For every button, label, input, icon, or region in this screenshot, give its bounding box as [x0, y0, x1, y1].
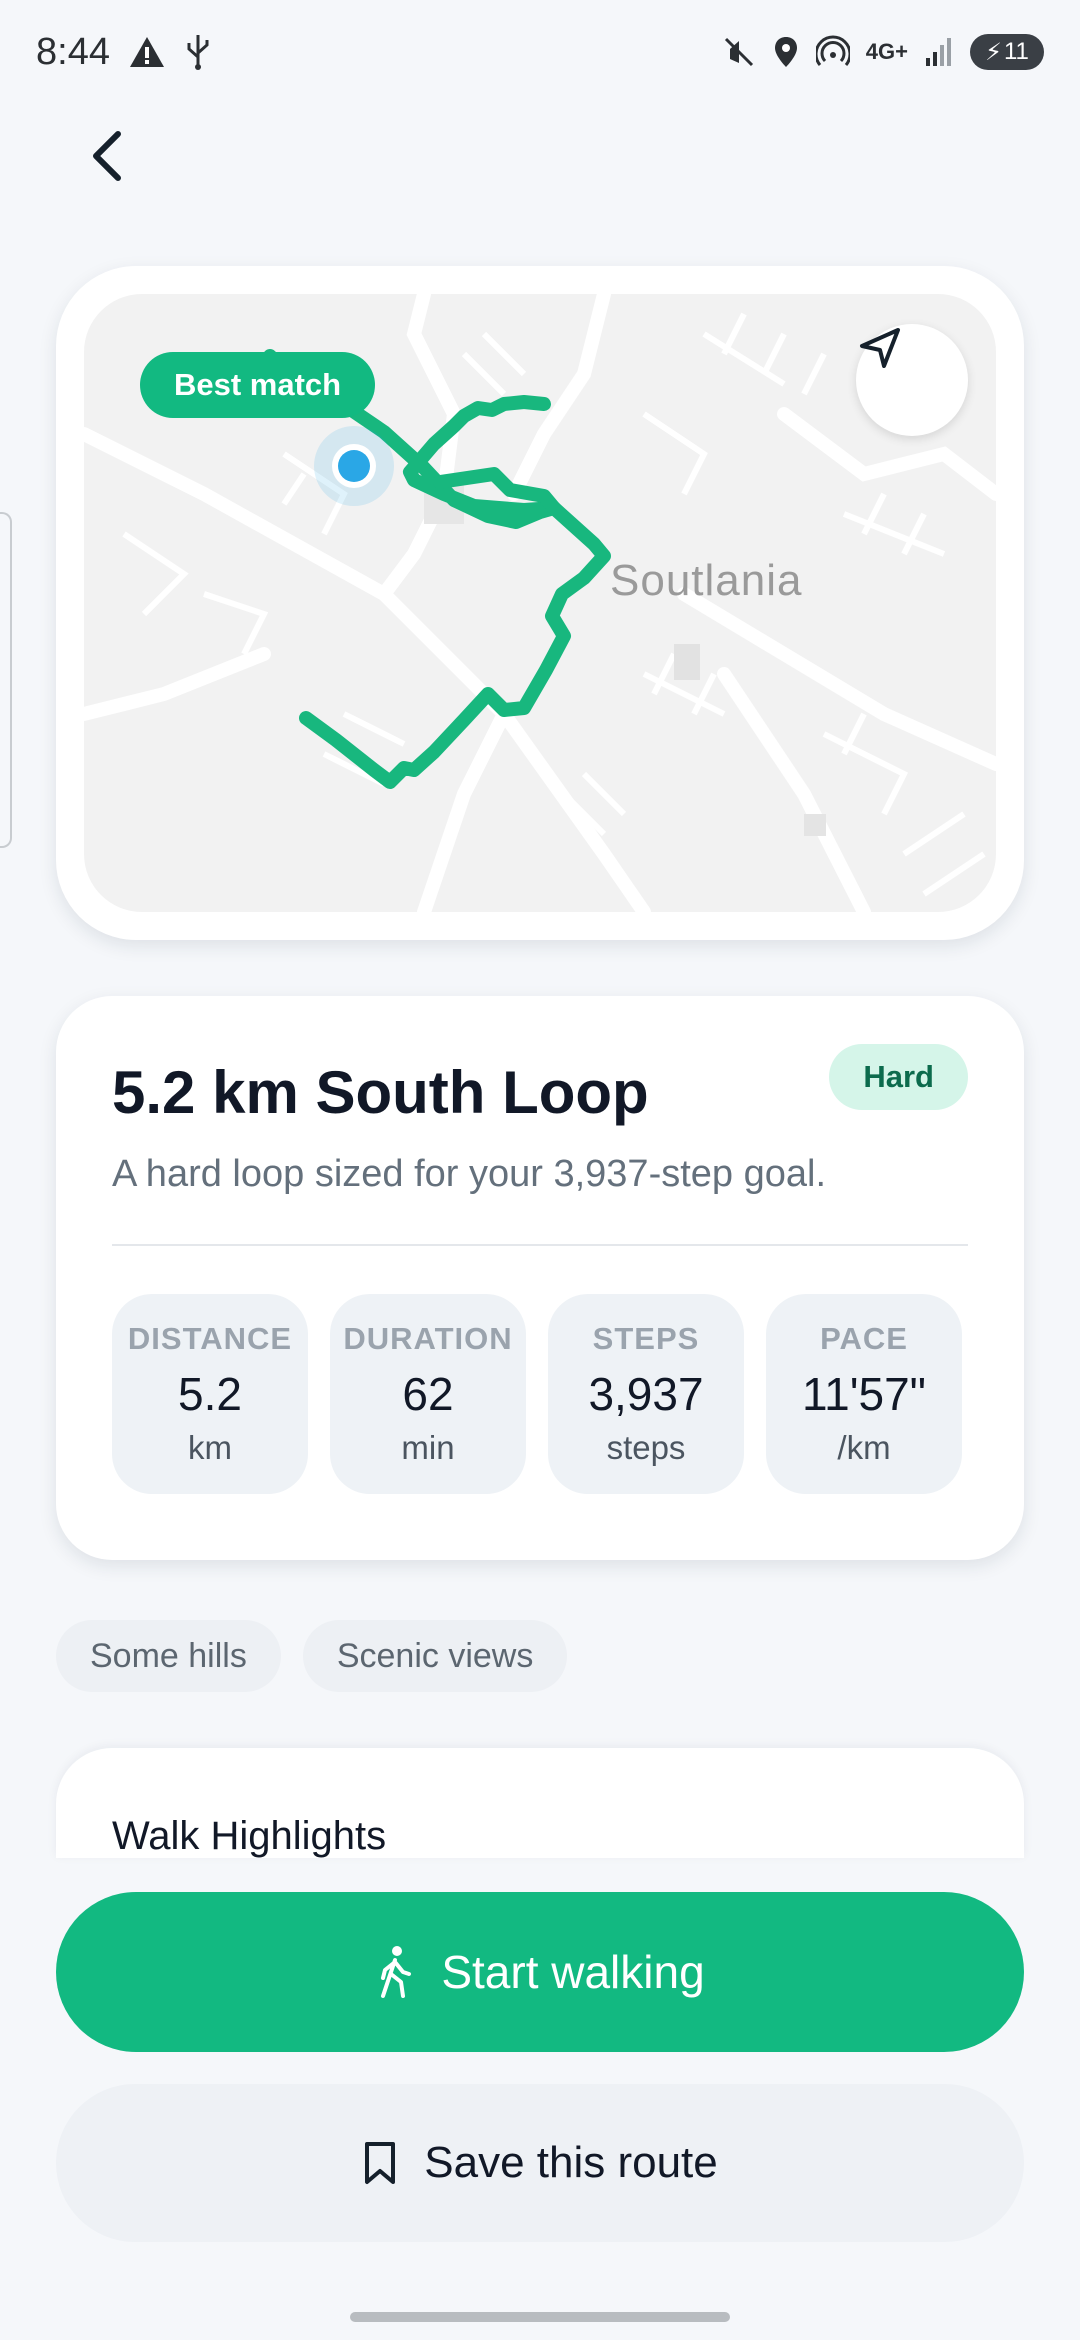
map-block: [674, 644, 700, 680]
battery-level: 11: [1003, 38, 1029, 65]
highlights-title: Walk Highlights: [112, 1814, 387, 1858]
status-bar: 8:44 4G+ ⚡ 11: [0, 0, 1080, 104]
route-map[interactable]: Soutlania Best match: [84, 294, 996, 912]
route-title: 5.2 km South Loop: [112, 1059, 649, 1126]
difficulty-badge: Hard: [829, 1044, 968, 1110]
start-walking-label: Start walking: [441, 1946, 705, 1998]
signal-icon: [926, 38, 951, 66]
tag-chip: Scenic views: [302, 1620, 568, 1692]
mute-icon: [724, 37, 753, 67]
stat-distance: DISTANCE 5.2 km: [112, 1294, 308, 1494]
status-time: 8:44: [36, 30, 110, 73]
status-right: 4G+ ⚡ 11: [722, 34, 1044, 70]
start-walking-button[interactable]: Start walking: [56, 1892, 1024, 2052]
stat-unit: km: [188, 1429, 232, 1466]
stat-unit: min: [401, 1429, 455, 1466]
stat-value: 3,937: [588, 1368, 704, 1420]
bookmark-icon: [365, 2142, 396, 2184]
stat-label: DURATION: [343, 1321, 513, 1356]
route-header: 5.2 km South Loop Hard: [112, 1044, 968, 1127]
edge-panel-handle[interactable]: [0, 512, 12, 848]
navigation-arrow-icon: [860, 328, 900, 368]
battery-indicator: ⚡ 11: [970, 34, 1044, 70]
stat-unit: steps: [606, 1429, 686, 1466]
warning-icon: [129, 37, 164, 67]
stat-steps: STEPS 3,937 steps: [548, 1294, 744, 1494]
route-info-card: 5.2 km South Loop Hard A hard loop sized…: [56, 996, 1024, 1560]
stat-value: 62: [402, 1368, 454, 1420]
stat-pace: PACE 11'57" /km: [766, 1294, 962, 1494]
walk-highlights-card: Walk Highlights: [56, 1748, 1024, 1858]
save-route-button[interactable]: Save this route: [56, 2084, 1024, 2242]
stat-label: STEPS: [592, 1321, 700, 1356]
stat-label: DISTANCE: [127, 1321, 293, 1356]
current-location-dot: [338, 450, 370, 482]
best-match-badge: Best match: [140, 352, 376, 418]
route-tags: Some hills Scenic views: [56, 1620, 568, 1692]
divider: [112, 1244, 968, 1246]
charging-icon: ⚡: [985, 38, 1002, 66]
map-place-label: Soutlania: [610, 556, 803, 605]
chevron-left-icon: [93, 131, 121, 181]
walking-person-icon: [381, 1946, 412, 1998]
map-card: Soutlania Best match: [56, 266, 1024, 940]
route-stats: DISTANCE 5.2 km DURATION 62 min STEPS 3,…: [112, 1294, 968, 1494]
stat-duration: DURATION 62 min: [330, 1294, 526, 1494]
route-description: A hard loop sized for your 3,937-step go…: [112, 1153, 827, 1195]
usb-icon: [187, 35, 209, 70]
stat-value: 5.2: [178, 1368, 242, 1420]
stat-value: 11'57": [801, 1368, 927, 1420]
tag-chip: Some hills: [56, 1620, 281, 1692]
map-block: [804, 814, 826, 836]
network-type: 4G+: [865, 39, 908, 64]
home-indicator[interactable]: [350, 2312, 730, 2322]
save-route-label: Save this route: [424, 2138, 718, 2187]
back-button[interactable]: [72, 120, 144, 192]
status-left: 8:44: [36, 31, 212, 74]
stat-label: PACE: [820, 1321, 908, 1356]
stat-unit: /km: [837, 1429, 891, 1466]
hotspot-icon: [815, 35, 850, 66]
recenter-button[interactable]: [856, 324, 968, 436]
location-icon: [774, 37, 797, 67]
